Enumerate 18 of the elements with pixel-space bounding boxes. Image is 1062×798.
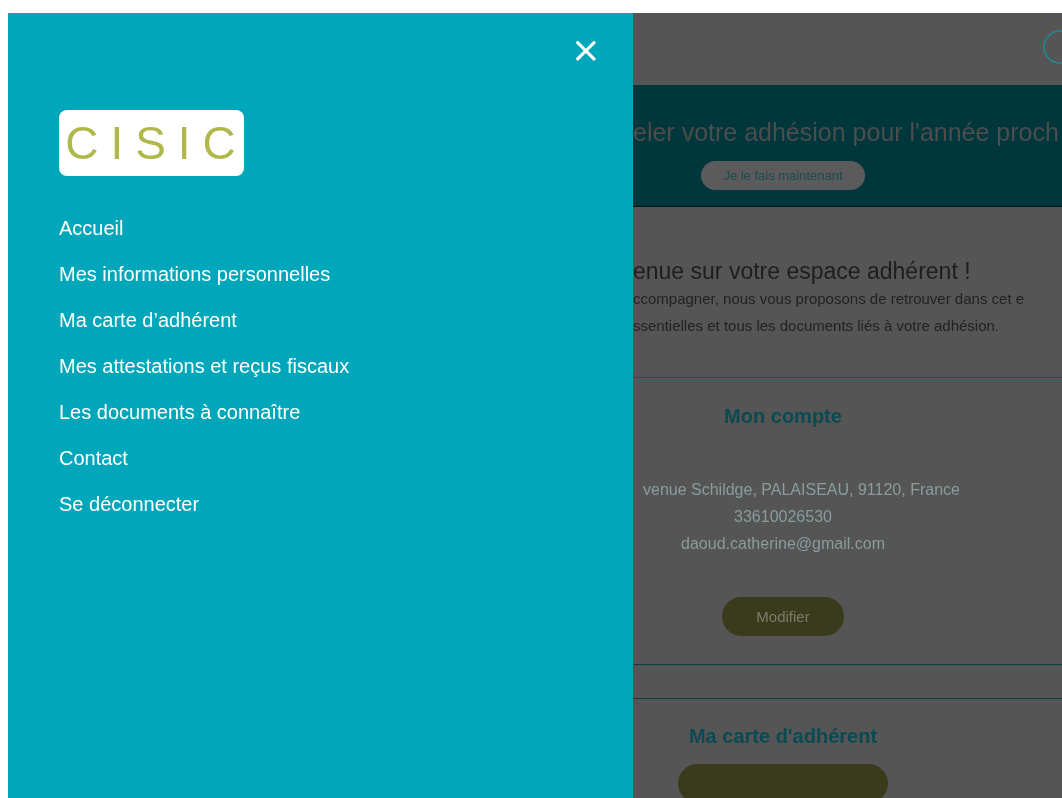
welcome-heading: enue sur votre espace adhérent ! [633,257,972,285]
address-text: venue Schildge, PALAISEAU, 91120, France [642,480,961,500]
menu-link[interactable]: Ma carte d’adhérent [59,308,237,332]
section-title: Mon compte [724,405,842,428]
menu-link[interactable]: Les documents à connaître [59,400,301,424]
close-button[interactable]: × [570,35,601,65]
card-button[interactable] [678,764,888,798]
menu-link[interactable]: Mes informations personnelles [59,262,331,286]
banner-text: eler votre adhésion pour l'année proch [633,117,1060,147]
menu-link[interactable]: Mes attestations et reçus fiscaux [59,354,350,378]
section-title: Ma carte d'adhérent [688,725,878,748]
menu-link[interactable]: Se déconnecter [59,492,200,516]
phone-text: 33610026530 [734,507,832,527]
menu-link[interactable]: Contact [59,446,128,470]
menu-link[interactable]: Accueil [59,216,124,240]
email-text: daoud.catherine@gmail.com [681,534,885,554]
edit-button[interactable]: Modifier [722,597,844,636]
logo: CISIC [59,110,244,176]
